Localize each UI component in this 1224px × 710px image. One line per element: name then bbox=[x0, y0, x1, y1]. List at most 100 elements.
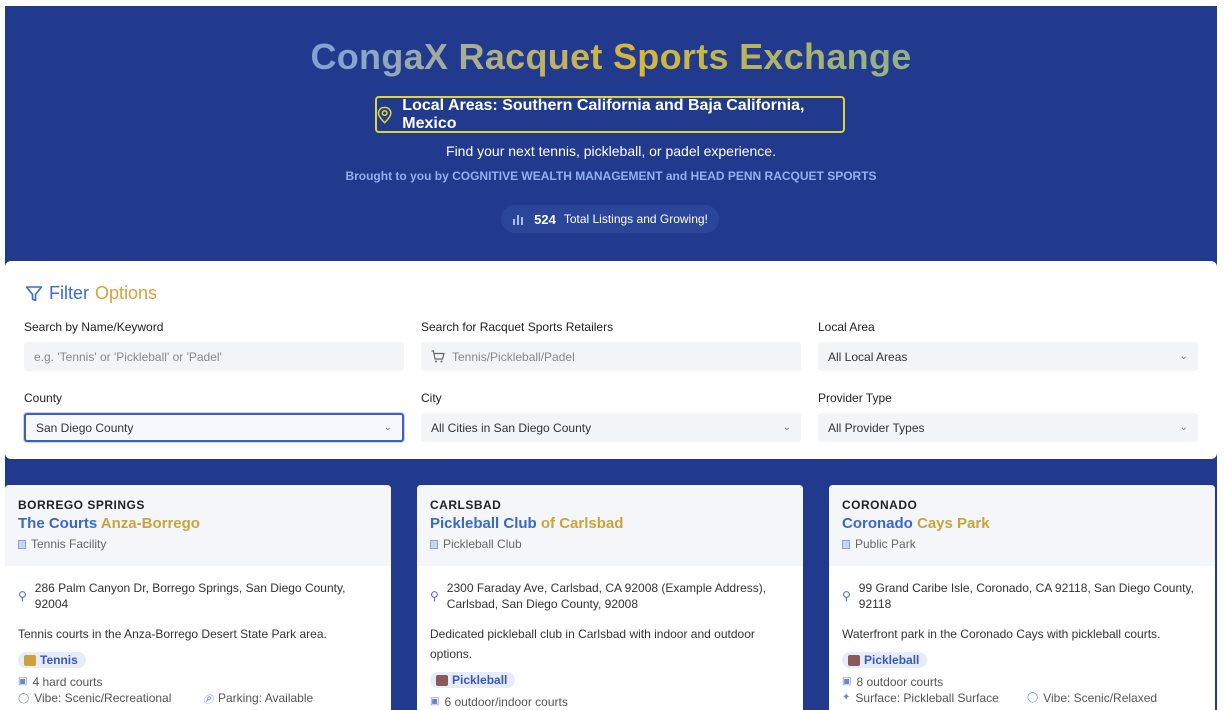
card-name[interactable]: Coronado Cays Park bbox=[842, 515, 1202, 532]
location-pin-icon: ⚲ bbox=[18, 589, 27, 603]
parking-icon: Ⓟ bbox=[203, 694, 213, 706]
local-area-value: All Local Areas bbox=[828, 349, 908, 364]
card-meta-row: ◯ Vibe: Scenic/Recreational Ⓟ Parking: Ava… bbox=[18, 691, 378, 706]
card-address: ⚲ 2300 Faraday Ave, Carlsbad, CA 92008 (… bbox=[430, 580, 790, 612]
card-vibe-text: Vibe: Scenic/Recreational bbox=[34, 691, 172, 705]
card-name[interactable]: Pickleball Club of Carlsbad bbox=[430, 515, 790, 532]
court-count: ▣ 4 hard courts bbox=[18, 675, 378, 689]
card-header: BORREGO SPRINGS The Courts Anza-Borrego … bbox=[5, 485, 391, 566]
card-provider-type-text: Pickleball Club bbox=[443, 537, 522, 551]
listing-card[interactable]: BORREGO SPRINGS The Courts Anza-Borrego … bbox=[5, 485, 391, 710]
chevron-down-icon: ⌄ bbox=[1179, 422, 1188, 433]
card-description: Waterfront park in the Coronado Cays wit… bbox=[842, 627, 1161, 641]
court-icon: ▣ bbox=[842, 676, 852, 687]
listing-count: 524 bbox=[534, 211, 556, 227]
provider-type-select[interactable]: All Provider Types ⌄ bbox=[818, 413, 1198, 442]
filter-title-word1: Filter bbox=[49, 283, 89, 303]
sponsor-text: Brought to you by COGNITIVE WEALTH MANAG… bbox=[345, 169, 877, 183]
chevron-down-icon: ⌄ bbox=[782, 422, 791, 433]
building-icon bbox=[430, 539, 438, 549]
keyword-input[interactable]: e.g. 'Tennis' or 'Pickleball' or 'Padel' bbox=[24, 342, 404, 371]
card-name-part1: Coronado bbox=[842, 515, 917, 532]
card-header: CORONADO Coronado Cays Park Public Park bbox=[829, 485, 1215, 566]
court-count: ▣ 6 outdoor/indoor courts bbox=[430, 695, 790, 709]
card-address-text: 286 Palm Canyon Dr, Borrego Springs, San… bbox=[34, 581, 346, 611]
card-parking-text: Parking: Available bbox=[218, 691, 314, 705]
city-select[interactable]: All Cities in San Diego County ⌄ bbox=[421, 413, 801, 442]
location-pin-icon: ⚲ bbox=[842, 589, 851, 603]
court-count: ▣ 8 outdoor courts bbox=[842, 675, 1202, 689]
bar-chart-icon bbox=[513, 215, 524, 225]
sport-tag-text: Tennis bbox=[40, 653, 78, 667]
page-title: CongaX Racquet Sports Exchange bbox=[5, 36, 1217, 78]
tennis-icon bbox=[24, 654, 36, 666]
building-icon bbox=[842, 539, 850, 549]
sport-tag: Tennis bbox=[18, 652, 86, 668]
court-count-text: 8 outdoor courts bbox=[856, 674, 944, 689]
card-provider-type: Public Park bbox=[842, 537, 1202, 551]
chevron-down-icon: ⌄ bbox=[383, 422, 392, 433]
filter-panel: Filter Options Search by Name/Keyword e.… bbox=[5, 261, 1217, 459]
city-value: All Cities in San Diego County bbox=[431, 420, 592, 435]
card-vibe: ◯ Vibe: Scenic/Relaxed bbox=[1027, 691, 1157, 705]
court-icon: ▣ bbox=[430, 696, 440, 707]
card-surface: ✦ Surface: Pickleball Surface bbox=[842, 691, 1027, 705]
card-city: CORONADO bbox=[842, 498, 918, 512]
card-city: CARLSBAD bbox=[430, 498, 502, 512]
county-value: San Diego County bbox=[36, 420, 134, 435]
card-name-part2: of Carlsbad bbox=[540, 515, 624, 532]
sport-tag: Pickleball bbox=[842, 652, 928, 668]
sport-tag-text: Pickleball bbox=[452, 673, 508, 687]
card-vibe: ◯ Vibe: Scenic/Recreational bbox=[18, 691, 203, 706]
county-label: County bbox=[24, 391, 63, 405]
people-icon: ◯ bbox=[18, 692, 30, 704]
building-icon bbox=[18, 539, 26, 549]
card-vibe-text: Vibe: Scenic/Relaxed bbox=[1043, 690, 1158, 705]
tagline: Find your next tennis, pickleball, or pa… bbox=[446, 143, 776, 159]
provider-type-value: All Provider Types bbox=[828, 420, 925, 435]
provider-type-field: Provider Type All Provider Types ⌄ bbox=[818, 391, 1198, 442]
court-count-text: 6 outdoor/indoor courts bbox=[444, 694, 568, 709]
local-area-select[interactable]: All Local Areas ⌄ bbox=[818, 342, 1198, 371]
keyword-label: Search by Name/Keyword bbox=[24, 320, 164, 334]
card-city: BORREGO SPRINGS bbox=[18, 498, 145, 512]
retailer-search-input[interactable]: Tennis/Pickleball/Padel bbox=[421, 342, 801, 371]
card-header: CARLSBAD Pickleball Club of Carlsbad Pic… bbox=[417, 485, 803, 566]
location-pin-icon bbox=[377, 106, 392, 124]
card-description: Tennis courts in the Anza-Borrego Desert… bbox=[18, 627, 327, 641]
pickleball-icon bbox=[436, 674, 448, 686]
chevron-down-icon: ⌄ bbox=[1179, 351, 1188, 362]
listing-card[interactable]: CARLSBAD Pickleball Club of Carlsbad Pic… bbox=[417, 485, 803, 710]
keyword-placeholder: e.g. 'Tennis' or 'Pickleball' or 'Padel' bbox=[34, 349, 222, 364]
retailer-label: Search for Racquet Sports Retailers bbox=[421, 320, 614, 334]
surface-icon: ✦ bbox=[842, 692, 851, 703]
hero-header: ​ CongaX Racquet Sports Exchange Local A… bbox=[5, 6, 1217, 260]
listing-card[interactable]: CORONADO Coronado Cays Park Public Park … bbox=[829, 485, 1215, 710]
court-icon: ▣ bbox=[18, 676, 28, 687]
card-meta-row: ✦ Surface: Pickleball Surface ◯ Vibe: Scen… bbox=[842, 691, 1202, 705]
card-name-part2: Cays Park bbox=[917, 515, 990, 532]
local-areas-text: Local Areas: Southern California and Baj… bbox=[402, 96, 805, 132]
sport-tag: Pickleball bbox=[430, 672, 516, 688]
retailer-field: Search for Racquet Sports Retailers Tenn… bbox=[421, 320, 801, 371]
people-icon: ◯ bbox=[1027, 692, 1039, 703]
filter-icon bbox=[25, 285, 43, 301]
local-area-field: Local Area All Local Areas ⌄ bbox=[818, 320, 1198, 371]
location-pin-icon: ⚲ bbox=[430, 589, 439, 603]
retailer-placeholder: Tennis/Pickleball/Padel bbox=[452, 349, 575, 364]
card-address: ⚲ 286 Palm Canyon Dr, Borrego Springs, S… bbox=[18, 580, 378, 612]
provider-type-label: Provider Type bbox=[818, 391, 892, 405]
card-parking: Ⓟ Parking: Available bbox=[203, 691, 313, 706]
card-provider-type: Pickleball Club bbox=[430, 537, 790, 551]
county-select[interactable]: San Diego County ⌄ bbox=[24, 413, 404, 442]
county-field: County San Diego County ⌄ bbox=[24, 391, 404, 442]
keyword-field: Search by Name/Keyword e.g. 'Tennis' or … bbox=[24, 320, 404, 371]
filter-title-word2: Options bbox=[95, 283, 158, 303]
shopping-cart-icon bbox=[431, 350, 445, 363]
pickleball-icon bbox=[848, 654, 860, 666]
card-provider-type-text: Public Park bbox=[855, 537, 916, 551]
card-provider-type: Tennis Facility bbox=[18, 537, 378, 551]
city-label: City bbox=[421, 391, 442, 405]
card-name[interactable]: The Courts Anza-Borrego bbox=[18, 515, 378, 532]
local-area-label: Local Area bbox=[818, 320, 875, 334]
